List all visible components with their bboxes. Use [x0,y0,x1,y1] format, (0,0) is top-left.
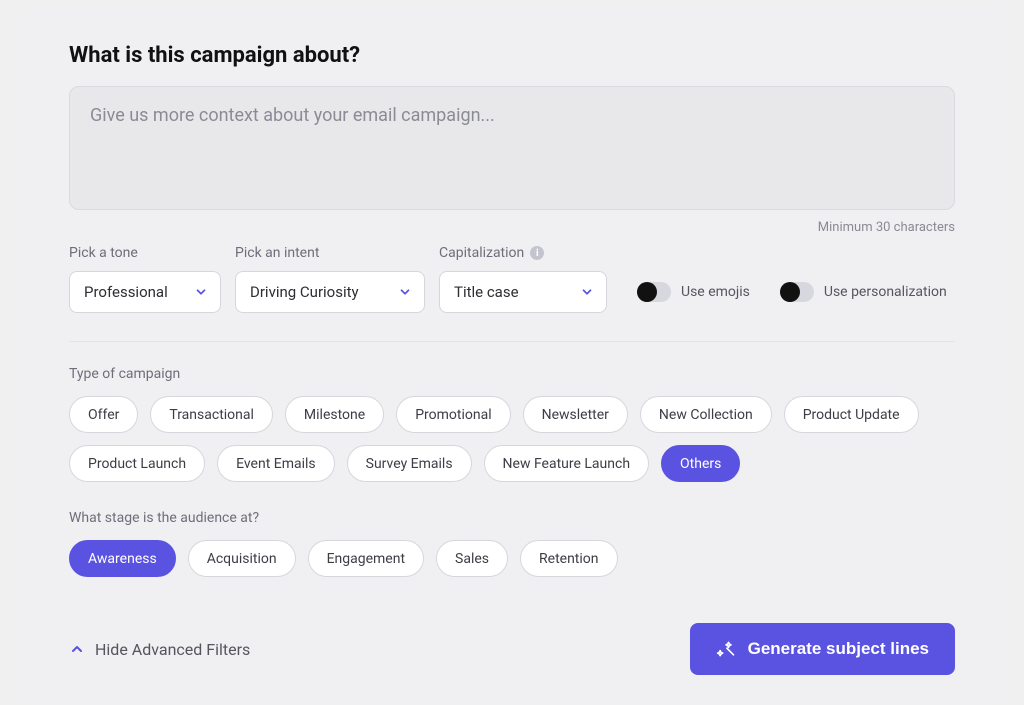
info-icon[interactable]: i [530,246,544,260]
campaign-context-input[interactable] [69,86,955,210]
chevron-down-icon [580,285,594,299]
page-title: What is this campaign about? [69,43,955,68]
intent-select[interactable]: Driving Curiosity [235,271,425,313]
campaign-type-chip[interactable]: Survey Emails [347,445,472,482]
audience-stage-chips: Awareness Acquisition Engagement Sales Reten… [69,540,955,577]
capitalization-value: Title case [454,283,519,301]
audience-stage-chip[interactable]: Acquisition [188,540,296,577]
campaign-type-chip[interactable]: New Collection [640,396,772,433]
audience-stage-label: What stage is the audience at? [69,510,955,526]
chevron-up-icon [69,641,85,657]
audience-stage-chip[interactable]: Sales [436,540,508,577]
campaign-type-chip[interactable]: Transactional [150,396,273,433]
hide-advanced-filters-button[interactable]: Hide Advanced Filters [69,640,250,659]
personalization-toggle-label: Use personalization [824,284,947,300]
campaign-type-chip[interactable]: Event Emails [217,445,335,482]
personalization-toggle[interactable] [780,282,814,302]
intent-label: Pick an intent [235,245,425,261]
campaign-type-chip[interactable]: Product Launch [69,445,205,482]
capitalization-select[interactable]: Title case [439,271,607,313]
campaign-form-card: What is this campaign about? Minimum 30 … [17,5,1007,705]
capitalization-label-text: Capitalization [439,245,524,261]
tone-select[interactable]: Professional [69,271,221,313]
campaign-type-chip[interactable]: Newsletter [523,396,628,433]
campaign-type-chip[interactable]: Milestone [285,396,384,433]
campaign-type-label: Type of campaign [69,366,955,382]
personalization-toggle-group: Use personalization [780,271,947,313]
capitalization-label: Capitalization i [439,245,607,261]
campaign-type-chip[interactable]: Promotional [396,396,510,433]
intent-value: Driving Curiosity [250,283,359,301]
tone-value: Professional [84,283,168,301]
campaign-type-chip[interactable]: Offer [69,396,138,433]
controls-row: Pick a tone Professional Pick an intent … [69,245,955,342]
tone-label: Pick a tone [69,245,221,261]
chevron-down-icon [398,285,412,299]
capitalization-control: Capitalization i Title case [439,245,607,313]
campaign-type-chip[interactable]: Product Update [784,396,919,433]
campaign-type-chips: Offer Transactional Milestone Promotional Ne… [69,396,955,482]
magic-wand-icon [716,639,736,659]
emojis-toggle-group: Use emojis [637,271,750,313]
hide-filters-label: Hide Advanced Filters [95,640,250,659]
chevron-down-icon [194,285,208,299]
min-characters-hint: Minimum 30 characters [69,220,955,235]
tone-control: Pick a tone Professional [69,245,221,313]
emojis-toggle[interactable] [637,282,671,302]
campaign-type-chip[interactable]: New Feature Launch [484,445,650,482]
campaign-type-chip[interactable]: Others [661,445,740,482]
audience-stage-chip[interactable]: Awareness [69,540,176,577]
footer-row: Hide Advanced Filters Generate subject l… [69,623,955,675]
audience-stage-chip[interactable]: Engagement [308,540,424,577]
intent-control: Pick an intent Driving Curiosity [235,245,425,313]
emojis-toggle-label: Use emojis [681,284,750,300]
audience-stage-chip[interactable]: Retention [520,540,618,577]
generate-subject-lines-button[interactable]: Generate subject lines [690,623,955,675]
generate-button-label: Generate subject lines [748,639,929,659]
